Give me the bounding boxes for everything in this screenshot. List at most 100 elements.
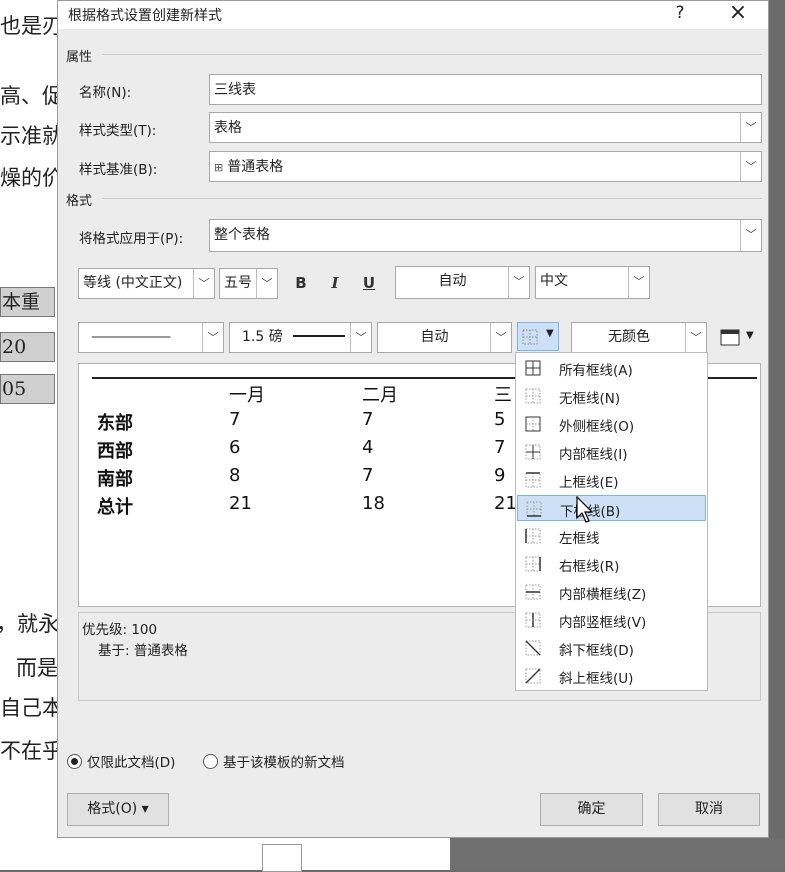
chevron-down-icon: ﹀ [202,323,223,352]
properties-section-label: 属性 [66,50,93,65]
doc-text-line: 燥的价 [0,166,63,190]
workspace-gray-area [450,838,785,870]
menu-item-label: 无框线(N) [559,391,621,407]
radio-template[interactable]: 基于该模板的新文档 [203,751,345,771]
menu-item-label: 左框线 [559,531,600,547]
bottom-border-icon [522,329,538,345]
table-style-icon: ⊞ [214,161,224,174]
name-label: 名称(N): [79,85,132,101]
underline-button[interactable]: U [354,268,384,298]
font-color-select[interactable]: 自动 ﹀ [395,266,530,299]
line-style-select[interactable]: ——————— ﹀ [78,322,224,353]
chevron-down-icon: ﹀ [508,267,529,298]
menu-item-inside-borders[interactable]: 内部框线(I) [517,439,706,465]
style-base-value: 普通表格 [227,159,284,175]
preview-row-label: 总计 [97,497,133,518]
inside-borders-icon [525,444,541,460]
format-menu-button[interactable]: 格式(O) ▾ [67,793,169,826]
menu-item-label: 斜下框线(D) [559,643,634,659]
radio-unselected-icon [203,754,218,769]
top-border-icon [525,472,541,488]
chevron-down-icon: ﹀ [740,152,761,181]
bottom-border-icon [526,501,542,517]
preview-cell: 7 [229,409,241,430]
table-properties-icon [720,329,740,346]
italic-button[interactable]: I [320,268,350,298]
menu-item-diagonal-up-border[interactable]: 斜上框线(U) [517,663,706,689]
menu-item-inside-horizontal-border[interactable]: 内部横框线(Z) [517,579,706,605]
close-button[interactable]: × [720,1,756,27]
style-type-select[interactable]: 表格 ﹀ [209,112,762,143]
menu-item-outside-borders[interactable]: 外侧框线(O) [517,411,706,437]
menu-item-label: 外侧框线(O) [559,419,635,435]
chevron-down-icon: ﹀ [193,269,214,298]
priority-text: 优先级: 100 [82,622,158,638]
border-color-select[interactable]: 自动 ﹀ [377,322,512,353]
menu-item-label: 上框线(E) [559,475,619,491]
line-sample [293,335,346,337]
right-border-icon [525,556,541,572]
doc-text-line: 示准就 [0,124,63,148]
table-format-button[interactable]: ▼ [718,327,760,349]
preview-cell: 7 [362,465,374,486]
ok-button[interactable]: 确定 [540,793,643,826]
line-weight-value: 1.5 磅 [242,329,283,345]
font-size-select[interactable]: 五号 ﹀ [219,268,278,299]
radio-this-document[interactable]: 仅限此文档(D) [67,751,175,771]
chevron-down-icon: ﹀ [350,323,371,352]
menu-item-top-border[interactable]: 上框线(E) [517,467,706,493]
style-base-select[interactable]: ⊞ 普通表格 ﹀ [209,151,762,182]
apply-to-select[interactable]: 整个表格 ﹀ [209,219,762,252]
inside-vertical-border-icon [525,612,541,628]
menu-item-label: 所有框线(A) [559,363,633,379]
preview-header: 一月 [229,385,265,406]
menu-item-diagonal-down-border[interactable]: 斜下框线(D) [517,635,706,661]
menu-item-left-border[interactable]: 左框线 [517,523,706,549]
menu-item-label: 内部框线(I) [559,447,628,463]
menu-item-right-border[interactable]: 右框线(R) [517,551,706,577]
diagonal-up-border-icon [525,668,541,684]
preview-cell: 8 [229,465,241,486]
name-input[interactable]: 三线表 [209,74,762,105]
mouse-cursor-icon [576,496,594,523]
chevron-down-icon: ﹀ [490,323,511,352]
font-select[interactable]: 等线 (中文正文) ﹀ [78,268,215,299]
radio-template-label: 基于该模板的新文档 [223,755,345,771]
preview-header: 三 [494,385,512,406]
bold-button[interactable]: B [286,268,316,298]
line-weight-select[interactable]: 1.5 磅 ﹀ [229,322,372,353]
menu-item-all-borders[interactable]: 所有框线(A) [517,355,706,381]
menu-item-label: 右框线(R) [559,559,620,575]
script-value: 中文 [540,273,568,289]
chevron-down-icon: ﹀ [740,113,761,142]
line-style-value: ——————— [91,329,171,345]
chevron-down-icon: ﹀ [256,269,277,298]
menu-item-label: 内部横框线(Z) [559,587,647,603]
preview-row-label: 南部 [97,469,133,490]
preview-row-label: 东部 [97,413,133,434]
shading-select[interactable]: 无颜色 ﹀ [571,322,707,353]
script-select[interactable]: 中文 ﹀ [535,266,650,299]
preview-cell: 18 [362,493,385,514]
preview-cell: 4 [362,437,374,458]
font-size-value: 五号 [224,275,252,291]
apply-to-value: 整个表格 [214,227,270,243]
border-dropdown-button[interactable]: ▼ [517,322,559,351]
doc-small-box [262,844,302,872]
border-color-value: 自动 [420,329,449,345]
help-button[interactable]: ? [662,1,698,27]
doc-table-cell: 本重 [0,287,55,317]
preview-cell: 6 [229,437,241,458]
apply-to-label: 将格式应用于(P): [79,231,184,247]
menu-item-no-border[interactable]: 无框线(N) [517,383,706,409]
font-color-value: 自动 [438,273,467,289]
cancel-button[interactable]: 取消 [658,793,760,826]
menu-item-bottom-border[interactable]: 下框线(B) [517,495,706,521]
dialog-title: 根据格式设置创建新样式 [68,8,222,24]
doc-table-cell: 05 [0,374,55,404]
menu-item-inside-vertical-border[interactable]: 内部竖框线(V) [517,607,706,633]
dialog-titlebar: 根据格式设置创建新样式 ? × [58,1,768,29]
doc-text-line: 自己本 [0,696,63,720]
doc-text-line: 也是刃 [0,14,63,38]
style-type-label: 样式类型(T): [79,123,157,139]
